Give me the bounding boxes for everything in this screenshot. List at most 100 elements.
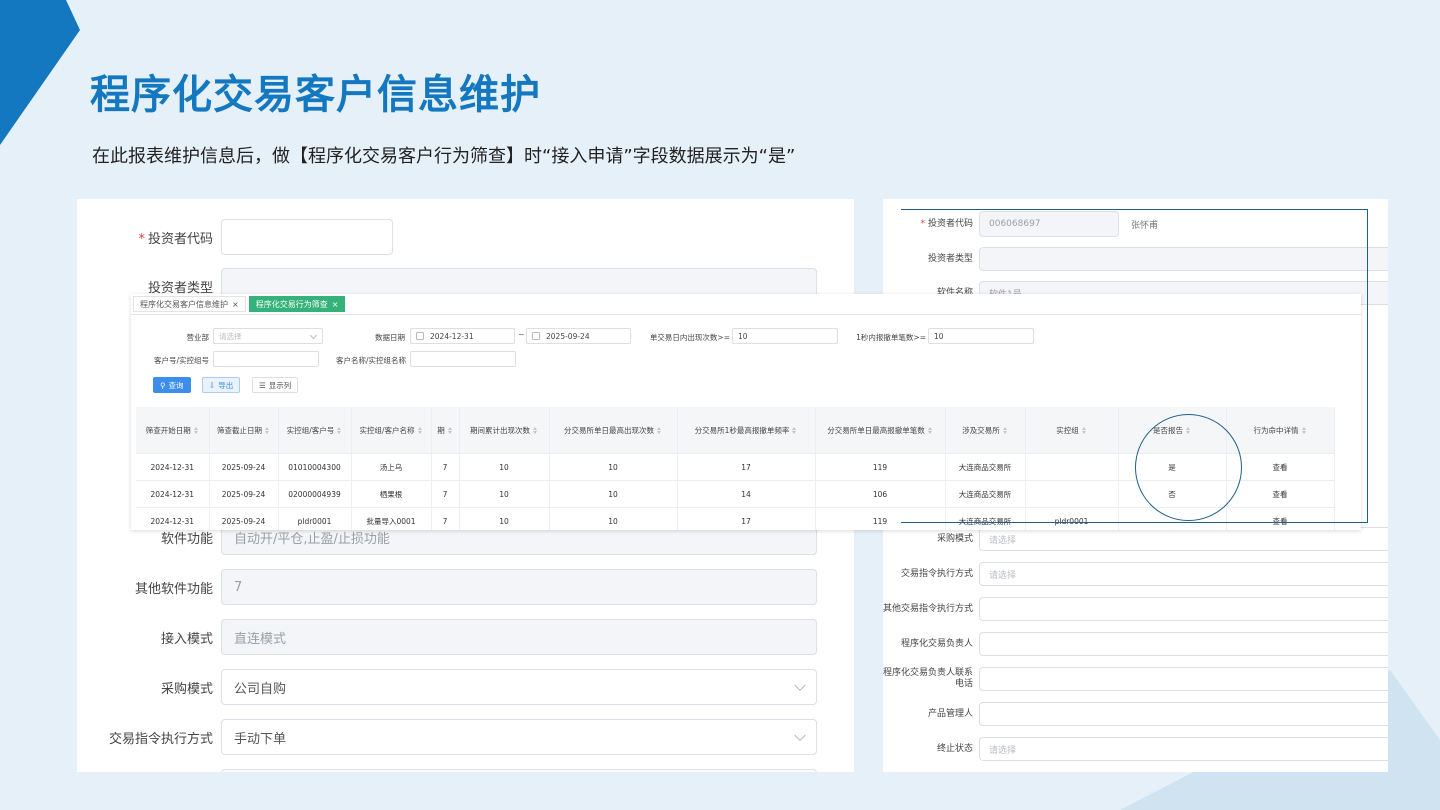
- export-icon: ⇩: [209, 380, 216, 390]
- right-manager-input[interactable]: [979, 632, 1388, 656]
- date-end-input[interactable]: 2025-09-24: [526, 328, 631, 344]
- right-other-exec-input[interactable]: [979, 597, 1388, 621]
- table-cell: 10: [549, 507, 678, 530]
- col-header[interactable]: 实控组/客户号: [278, 407, 352, 454]
- columns-icon: ☰: [259, 380, 266, 390]
- right-product-manager-label: 产品管理人: [927, 708, 973, 719]
- sort-icon[interactable]: [657, 427, 662, 434]
- client-name-input[interactable]: [410, 351, 516, 367]
- tab-behaviour-screening[interactable]: 程序化交易行为筛查 ×: [248, 296, 346, 312]
- table-cell: 10: [549, 453, 678, 481]
- client-no-input[interactable]: [213, 351, 319, 367]
- investor-code-label: 投资者代码: [147, 231, 213, 247]
- highlight-bracket: [901, 209, 1368, 523]
- purchase-mode-label: 采购模式: [160, 681, 213, 697]
- table-cell: 17: [677, 507, 816, 530]
- table-cell: 7: [431, 480, 460, 508]
- table-cell: 17: [677, 453, 816, 481]
- sort-icon[interactable]: [447, 427, 453, 434]
- access-mode-label: 接入模式: [160, 631, 213, 647]
- table-cell: 10: [549, 480, 678, 508]
- table-cell: 2025-09-24: [209, 453, 279, 481]
- table-cell: 2025-09-24: [209, 507, 279, 530]
- table-cell: 01010004300: [278, 453, 352, 481]
- software-function-label: 软件功能: [160, 531, 213, 547]
- access-mode-field: 直连模式: [221, 619, 817, 655]
- table-cell: 7: [431, 507, 460, 530]
- table-cell: pldr0001: [278, 507, 352, 530]
- export-button[interactable]: ⇩ 导出: [202, 377, 241, 393]
- branch-label: 营业部: [186, 333, 210, 342]
- right-product-manager-input[interactable]: [979, 702, 1388, 726]
- sort-icon[interactable]: [193, 427, 199, 434]
- field-row-next: [77, 769, 817, 772]
- right-row-manager: 程序化交易负责人: [883, 632, 1388, 656]
- right-other-exec-label: 其他交易指令执行方式: [883, 603, 974, 614]
- investor-type-label: 投资者类型: [147, 280, 213, 296]
- chevron-down-icon: [794, 679, 806, 692]
- field-row-order-exec: 交易指令执行方式 手动下单: [77, 719, 817, 755]
- sort-icon[interactable]: [337, 427, 342, 434]
- single-day-label: 单交易日内出现次数>=: [649, 333, 730, 342]
- chevron-down-icon: [309, 331, 318, 340]
- date-start-input[interactable]: 2024-12-31: [410, 328, 515, 344]
- single-day-input[interactable]: 10: [732, 328, 838, 344]
- other-software-label: 其他软件功能: [134, 581, 213, 597]
- query-button[interactable]: ⚲ 查询: [153, 377, 191, 393]
- col-header[interactable]: 筛查截止日期: [209, 407, 279, 454]
- next-field[interactable]: [221, 769, 817, 772]
- page-title: 程序化交易客户信息维护: [90, 72, 541, 118]
- field-row-purchase-mode: 采购模式 公司自购: [77, 669, 817, 705]
- tab-client-info[interactable]: 程序化交易客户信息维护 ×: [133, 296, 246, 312]
- sort-icon[interactable]: [417, 427, 423, 434]
- purchase-mode-select[interactable]: 公司自购: [221, 669, 817, 705]
- highlight-circle: [1135, 414, 1242, 521]
- col-header[interactable]: 分交易所单日最高出现次数: [549, 407, 678, 454]
- required-asterisk: *: [138, 231, 145, 247]
- sort-icon[interactable]: [792, 427, 797, 434]
- sort-icon[interactable]: [265, 427, 270, 434]
- table-cell: 14: [677, 480, 816, 508]
- order-exec-select[interactable]: 手动下单: [221, 719, 817, 755]
- table-cell: 2025-09-24: [209, 480, 279, 508]
- right-termination-select[interactable]: 请选择: [979, 737, 1388, 761]
- col-header[interactable]: 期: [431, 407, 460, 454]
- table-cell: 10: [459, 480, 550, 508]
- tab-bar: 程序化交易客户信息维护 × 程序化交易行为筛查 ×: [133, 296, 348, 312]
- close-icon[interactable]: ×: [332, 300, 339, 309]
- field-row-other-software: 其他软件功能 7: [77, 569, 817, 605]
- chevron-down-icon: [794, 729, 806, 742]
- col-header[interactable]: 筛查开始日期: [136, 407, 210, 454]
- table-cell: 2024-12-31: [136, 507, 210, 530]
- right-order-exec-label: 交易指令执行方式: [900, 568, 973, 579]
- table-cell: 7: [431, 453, 460, 481]
- col-header[interactable]: 分交易所1秒最高报撤单频率: [677, 407, 816, 454]
- right-order-exec-select[interactable]: 请选择: [979, 562, 1388, 586]
- col-header[interactable]: 实控组/客户名称: [351, 407, 432, 454]
- table-cell: 汤上乌: [351, 453, 432, 481]
- other-software-field: 7: [221, 569, 817, 605]
- right-purchase-mode-label: 采购模式: [936, 533, 973, 544]
- calendar-icon: [416, 332, 424, 340]
- order-exec-label: 交易指令执行方式: [108, 731, 213, 747]
- right-row-termination: 终止状态 请选择: [883, 737, 1388, 761]
- investor-code-input[interactable]: [221, 219, 393, 255]
- sort-icon[interactable]: [533, 427, 538, 434]
- table-cell: 2024-12-31: [136, 480, 210, 508]
- date-label: 数据日期: [375, 333, 405, 342]
- table-cell: 批量导入0001: [351, 507, 432, 530]
- table-cell: 10: [459, 453, 550, 481]
- order-exec-value: 手动下单: [234, 731, 287, 747]
- columns-button[interactable]: ☰ 显示列: [252, 377, 299, 393]
- col-header[interactable]: 期间累计出现次数: [459, 407, 550, 454]
- field-row-investor-code: * 投资者代码: [77, 219, 393, 255]
- date-separator: ~: [518, 330, 525, 339]
- branch-select[interactable]: 请选择: [213, 328, 323, 344]
- right-manager-phone-input[interactable]: [979, 667, 1388, 691]
- right-row-purchase-mode: 采购模式 请选择: [883, 527, 1388, 551]
- close-icon[interactable]: ×: [232, 300, 239, 309]
- table-cell: 02000004939: [278, 480, 352, 508]
- table-cell: 栖果根: [351, 480, 432, 508]
- right-purchase-mode-select[interactable]: 请选择: [979, 527, 1388, 551]
- field-row-access-mode: 接入模式 直连模式: [77, 619, 817, 655]
